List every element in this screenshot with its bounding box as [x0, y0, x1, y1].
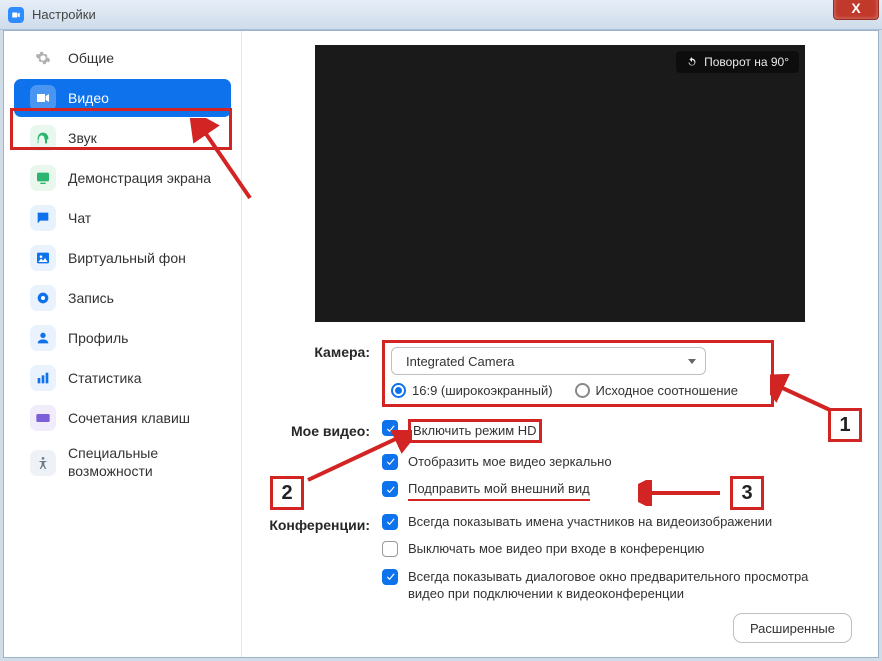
accessibility-icon: [30, 450, 56, 476]
window-title: Настройки: [32, 7, 96, 22]
sidebar-item-video[interactable]: Видео: [14, 79, 231, 117]
sidebar-item-chat[interactable]: Чат: [14, 199, 231, 237]
radio-on-icon: [391, 383, 406, 398]
video-off-checkbox[interactable]: [382, 541, 398, 557]
sidebar-item-label: Сочетания клавиш: [68, 410, 190, 426]
video-settings-panel: Поворот на 90° Камера: Integrated Camera: [242, 31, 878, 657]
keyboard-icon: [30, 405, 56, 431]
close-icon: X: [851, 0, 860, 16]
title-bar: Настройки X: [0, 0, 882, 30]
settings-window: Общие Видео Звук Демонстрация экрана Чат…: [3, 30, 879, 658]
sidebar-item-label: Звук: [68, 130, 97, 146]
sidebar-item-label: Специальные возможности: [68, 445, 231, 480]
sidebar-item-profile[interactable]: Профиль: [14, 319, 231, 357]
sidebar-item-label: Статистика: [68, 370, 142, 386]
ratio-original-radio[interactable]: Исходное соотношение: [575, 383, 739, 398]
record-icon: [30, 285, 56, 311]
hd-checkbox[interactable]: [382, 420, 398, 436]
camera-preview: Поворот на 90°: [315, 45, 805, 322]
sidebar-item-share[interactable]: Демонстрация экрана: [14, 159, 231, 197]
image-icon: [30, 245, 56, 271]
mirror-checkbox[interactable]: [382, 454, 398, 470]
chat-icon: [30, 205, 56, 231]
rotate-icon: [686, 56, 698, 68]
sidebar-item-audio[interactable]: Звук: [14, 119, 231, 157]
video-icon: [30, 85, 56, 111]
ratio-169-radio[interactable]: 16:9 (широкоэкранный): [391, 383, 553, 398]
sidebar-item-label: Профиль: [68, 330, 128, 346]
sidebar-item-label: Демонстрация экрана: [68, 170, 211, 186]
sidebar-item-label: Чат: [68, 210, 91, 226]
show-names-checkbox[interactable]: [382, 514, 398, 530]
camera-select[interactable]: Integrated Camera: [391, 347, 706, 375]
meetings-label: Конференции:: [264, 513, 382, 613]
gear-icon: [30, 45, 56, 71]
sidebar-item-background[interactable]: Виртуальный фон: [14, 239, 231, 277]
preview-checkbox[interactable]: [382, 569, 398, 585]
sidebar-item-recording[interactable]: Запись: [14, 279, 231, 317]
sidebar-item-label: Видео: [68, 90, 109, 106]
user-icon: [30, 325, 56, 351]
advanced-button[interactable]: Расширенные: [733, 613, 852, 643]
sidebar-item-label: Общие: [68, 50, 114, 66]
sidebar-item-label: Виртуальный фон: [68, 250, 186, 266]
touchup-checkbox[interactable]: [382, 481, 398, 497]
rotate-button[interactable]: Поворот на 90°: [676, 51, 799, 73]
sidebar-item-shortcuts[interactable]: Сочетания клавиш: [14, 399, 231, 437]
headphones-icon: [30, 125, 56, 151]
stats-icon: [30, 365, 56, 391]
sidebar-item-general[interactable]: Общие: [14, 39, 231, 77]
rotate-label: Поворот на 90°: [704, 55, 789, 69]
myvideo-label: Мое видео:: [264, 419, 382, 511]
radio-off-icon: [575, 383, 590, 398]
share-screen-icon: [30, 165, 56, 191]
sidebar-item-accessibility[interactable]: Специальные возможности: [14, 439, 231, 486]
camera-block-highlight: Integrated Camera 16:9 (широкоэкранный) …: [382, 340, 774, 407]
sidebar-item-label: Запись: [68, 290, 114, 306]
close-button[interactable]: X: [833, 0, 879, 20]
hd-highlight: Включить режим HD: [408, 419, 542, 443]
sidebar-item-stats[interactable]: Статистика: [14, 359, 231, 397]
touchup-highlight: Подправить мой внешний вид: [408, 480, 590, 501]
camera-label: Камера:: [264, 340, 382, 407]
sidebar: Общие Видео Звук Демонстрация экрана Чат…: [4, 31, 242, 657]
app-icon: [8, 7, 24, 23]
